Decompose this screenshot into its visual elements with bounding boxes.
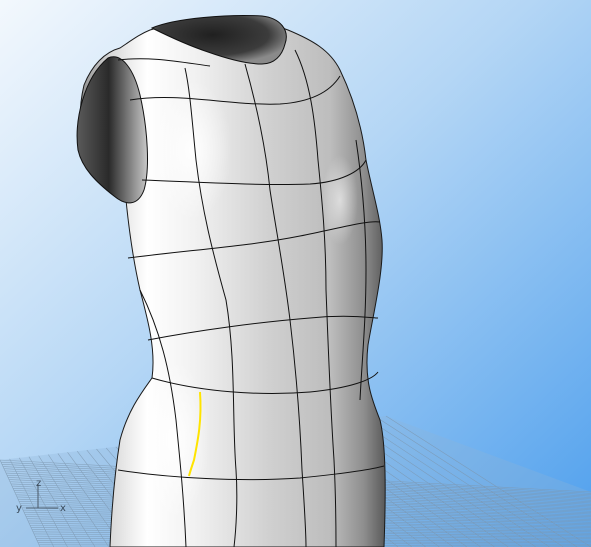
axis-y-label: y — [16, 503, 22, 514]
highlight — [322, 155, 358, 245]
axis-x-label: x — [60, 503, 66, 514]
axis-z-label: z — [36, 478, 41, 489]
perspective-viewport[interactable]: z y x — [0, 0, 591, 547]
